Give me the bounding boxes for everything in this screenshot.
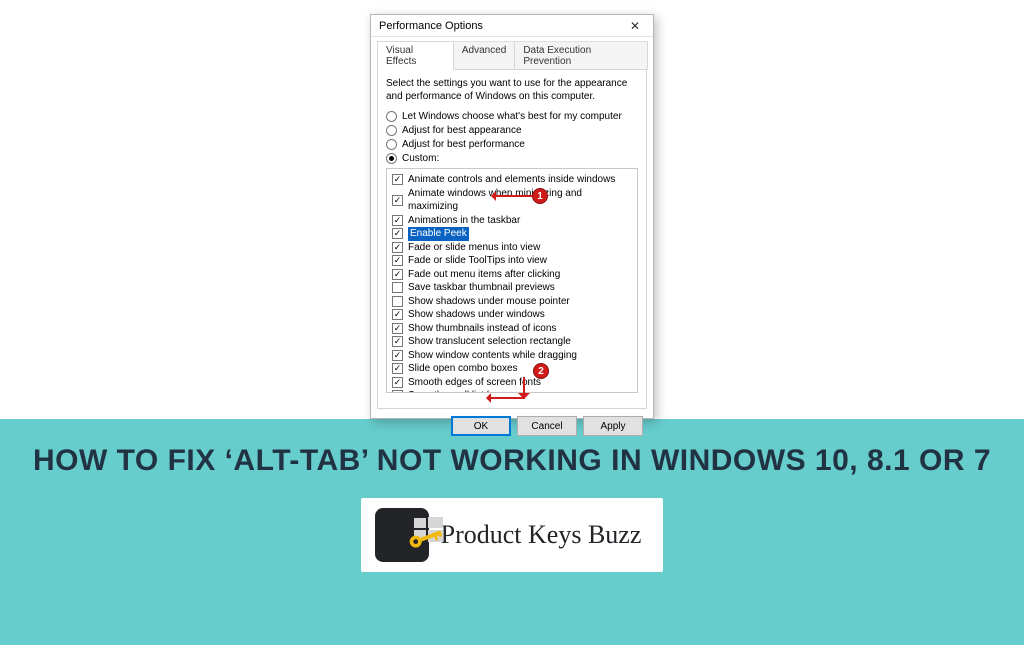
radio-icon: [386, 139, 397, 150]
check-row[interactable]: Fade out menu items after clicking: [391, 268, 633, 282]
check-label: Slide open combo boxes: [408, 362, 518, 376]
apply-button[interactable]: Apply: [583, 416, 643, 436]
checkbox-icon: [392, 323, 403, 334]
checkbox-icon: [392, 174, 403, 185]
tab-dep[interactable]: Data Execution Prevention: [514, 41, 648, 70]
radio-label: Adjust for best appearance: [402, 125, 522, 136]
checkbox-icon: [392, 282, 403, 293]
checkbox-icon: [392, 336, 403, 347]
radio-icon: [386, 153, 397, 164]
panel-description: Select the settings you want to use for …: [386, 78, 638, 103]
check-row[interactable]: Enable Peek: [391, 227, 633, 241]
check-row[interactable]: Slide open combo boxes: [391, 362, 633, 376]
check-row[interactable]: Fade or slide ToolTips into view: [391, 254, 633, 268]
check-row[interactable]: Save taskbar thumbnail previews: [391, 281, 633, 295]
checkbox-icon: [392, 350, 403, 361]
check-label: Fade out menu items after clicking: [408, 268, 560, 282]
checkbox-icon: [392, 309, 403, 320]
tab-visual-effects[interactable]: Visual Effects: [377, 41, 454, 70]
radio-label: Adjust for best performance: [402, 139, 525, 150]
radio-icon: [386, 125, 397, 136]
check-label: Animations in the taskbar: [408, 214, 520, 228]
checkbox-icon: [392, 269, 403, 280]
check-label: Save taskbar thumbnail previews: [408, 281, 555, 295]
radio-icon: [386, 111, 397, 122]
check-label: Animate controls and elements inside win…: [408, 173, 615, 187]
check-row[interactable]: Animations in the taskbar: [391, 214, 633, 228]
check-label: Show shadows under mouse pointer: [408, 295, 570, 309]
check-label: Show thumbnails instead of icons: [408, 322, 556, 336]
close-icon: ✕: [630, 19, 640, 33]
check-row[interactable]: Show shadows under mouse pointer: [391, 295, 633, 309]
checkbox-icon: [392, 377, 403, 388]
radio-label: Let Windows choose what's best for my co…: [402, 111, 622, 122]
check-row[interactable]: Smooth edges of screen fonts: [391, 376, 633, 390]
check-label: Fade or slide ToolTips into view: [408, 254, 547, 268]
check-row[interactable]: Show thumbnails instead of icons: [391, 322, 633, 336]
close-button[interactable]: ✕: [621, 17, 649, 35]
dialog-title: Performance Options: [379, 20, 483, 32]
checkbox-icon: [392, 390, 403, 393]
tab-advanced[interactable]: Advanced: [453, 41, 515, 70]
check-label: Show window contents while dragging: [408, 349, 577, 363]
radio-best-appearance[interactable]: Adjust for best appearance: [386, 125, 638, 136]
check-label: Smooth-scroll list boxes: [408, 389, 514, 393]
upper-section: Performance Options ✕ Visual Effects Adv…: [0, 0, 1024, 419]
banner-section: HOW TO FIX ‘ALT-TAB’ NOT WORKING IN WIND…: [0, 419, 1024, 645]
check-row[interactable]: Show translucent selection rectangle: [391, 335, 633, 349]
checkbox-icon: [392, 215, 403, 226]
tab-panel-visual-effects: Select the settings you want to use for …: [377, 69, 647, 409]
tab-row: Visual Effects Advanced Data Execution P…: [371, 37, 653, 70]
dialog-button-row: OK Cancel Apply: [371, 416, 653, 446]
check-label: Smooth edges of screen fonts: [408, 376, 541, 390]
check-row[interactable]: Show window contents while dragging: [391, 349, 633, 363]
checkbox-icon: [392, 363, 403, 374]
check-label: Enable Peek: [408, 227, 469, 241]
performance-options-dialog: Performance Options ✕ Visual Effects Adv…: [370, 14, 654, 419]
check-row[interactable]: Fade or slide menus into view: [391, 241, 633, 255]
check-label: Fade or slide menus into view: [408, 241, 540, 255]
effects-checklist[interactable]: Animate controls and elements inside win…: [386, 168, 638, 393]
check-label: Show translucent selection rectangle: [408, 335, 571, 349]
checkbox-icon: [392, 228, 403, 239]
check-label: Show shadows under windows: [408, 308, 545, 322]
checkbox-icon: [392, 296, 403, 307]
radio-best-performance[interactable]: Adjust for best performance: [386, 139, 638, 150]
windows-key-icon: [375, 508, 429, 562]
titlebar: Performance Options ✕: [371, 15, 653, 37]
check-row[interactable]: Smooth-scroll list boxes: [391, 389, 633, 393]
logo-text: Product Keys Buzz: [441, 520, 642, 550]
check-label: Animate windows when minimizing and maxi…: [408, 187, 632, 214]
check-row[interactable]: Animate windows when minimizing and maxi…: [391, 187, 633, 214]
ok-button[interactable]: OK: [451, 416, 511, 436]
checkbox-icon: [392, 242, 403, 253]
check-row[interactable]: Show shadows under windows: [391, 308, 633, 322]
article-headline: HOW TO FIX ‘ALT-TAB’ NOT WORKING IN WIND…: [0, 441, 1024, 480]
radio-custom[interactable]: Custom:: [386, 153, 638, 164]
logo-card: Product Keys Buzz: [361, 498, 664, 572]
checkbox-icon: [392, 195, 403, 206]
check-row[interactable]: Animate controls and elements inside win…: [391, 173, 633, 187]
radio-label: Custom:: [402, 153, 439, 164]
checkbox-icon: [392, 255, 403, 266]
radio-let-windows-choose[interactable]: Let Windows choose what's best for my co…: [386, 111, 638, 122]
cancel-button[interactable]: Cancel: [517, 416, 577, 436]
